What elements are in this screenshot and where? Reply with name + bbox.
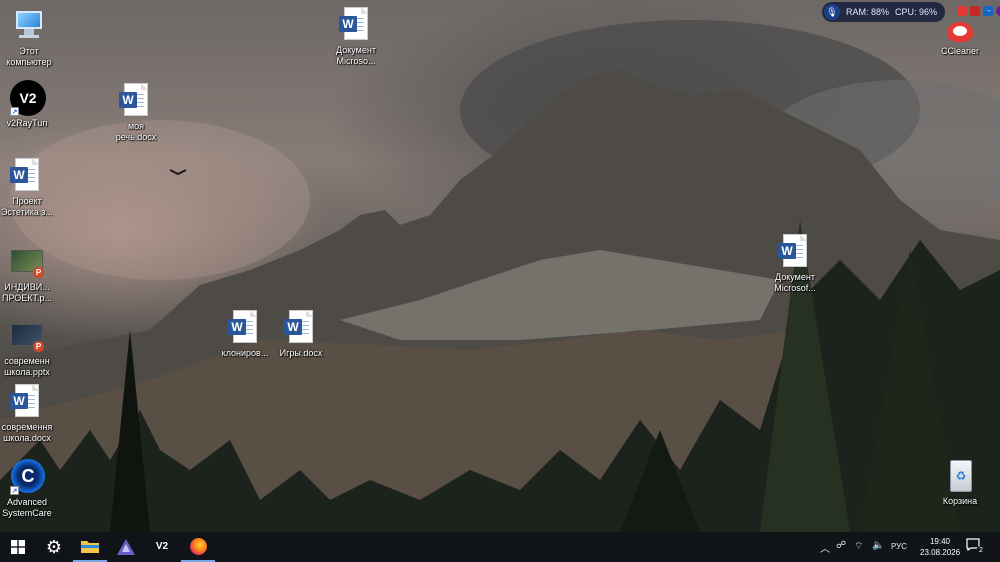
desktop-icon-ccleaner[interactable]: CCleaner (922, 18, 998, 57)
close-circle-icon (996, 6, 1000, 16)
cpu-usage: CPU: 96% (895, 7, 938, 17)
microphone-icon[interactable]: 🎙 (824, 4, 840, 20)
word-document-icon: W (10, 158, 44, 194)
firefox-icon (189, 537, 207, 555)
desktop-icon-recycle-bin[interactable]: ♻ Корзина (922, 458, 998, 507)
recycle-bin-icon: ♻ (943, 458, 977, 494)
volume-muted-icon[interactable]: 🔈 (872, 540, 884, 551)
desktop-icon-proekt-estetika[interactable]: W Проект Эстетика з... (0, 158, 65, 218)
network-icon (970, 6, 980, 16)
desktop: Этот компьютер V2 ↗ v2RayTun W Проект Эс… (0, 0, 1000, 532)
wallpaper-mountains (0, 20, 1000, 532)
advanced-systemcare-icon: C ↗ (10, 459, 45, 495)
windows-start-icon (11, 540, 25, 554)
desktop-icon-dokument-microsoft-top[interactable]: W Документ Microso... (318, 7, 394, 67)
taskbar-app[interactable] (109, 532, 143, 562)
taskbar-firefox[interactable] (181, 532, 215, 562)
word-document-icon: W (778, 234, 812, 270)
desktop-icon-dokument-microsoft-right[interactable]: W Документ Microsof... (757, 234, 833, 294)
icon-label: CCleaner (940, 46, 980, 56)
icon-label: Игры.docx (279, 348, 323, 358)
record-icon (957, 6, 967, 16)
start-button[interactable] (1, 532, 35, 562)
taskbar-file-explorer[interactable] (73, 532, 107, 562)
icon-label: v2RayTun (6, 118, 48, 128)
wifi-icon[interactable]: ⌔ (854, 540, 863, 553)
wifi-icon: ◠ (945, 7, 953, 14)
desktop-icon-v2raytun[interactable]: V2 ↗ v2RayTun (0, 80, 65, 129)
clock[interactable]: 19:40 23.08.2026 (920, 536, 960, 558)
system-monitor-widget[interactable]: 🎙 RAM: 88% CPU: 96% (822, 2, 946, 22)
desktop-icon-individ-proekt[interactable]: P ИНДИВИ... ПРОЕКТ.р... (0, 244, 65, 304)
show-hidden-icons-chevron-icon[interactable]: ︿ (820, 540, 830, 555)
icon-label: современня школа.docx (1, 422, 53, 443)
shortcut-arrow-icon: ↗ (10, 486, 19, 495)
icon-label: современн школа.pptx (4, 356, 50, 377)
v2raytun-icon: V2 (155, 541, 169, 552)
clock-date: 23.08.2026 (920, 548, 961, 557)
clock-time: 19:40 (929, 537, 951, 546)
computer-icon (12, 8, 46, 44)
file-explorer-icon (81, 541, 99, 553)
v2raytun-icon: V2 ↗ (10, 80, 46, 116)
taskbar-settings[interactable]: ⚙ (37, 532, 71, 562)
powerpoint-file-icon: P (10, 318, 44, 354)
network-icon[interactable]: ☍ (836, 540, 846, 551)
powerpoint-file-icon: P (10, 244, 44, 280)
desktop-icon-moya-rech[interactable]: W моя речь.docx (98, 83, 174, 143)
notification-center-button[interactable]: 2 (966, 538, 986, 556)
icon-label: Документ Microsof... (774, 272, 816, 293)
taskbar: ⚙ V2 ︿ ☍ ⌔ 🔈 РУС 19:40 23.08.2026 2 (0, 532, 1000, 562)
word-document-icon: W (228, 310, 262, 346)
shortcut-arrow-icon: ↗ (10, 107, 19, 116)
icon-label: Корзина (942, 496, 978, 506)
word-document-icon: W (339, 7, 373, 43)
word-document-icon: W (119, 83, 153, 119)
settings-gear-icon: ⚙ (45, 537, 63, 557)
icon-label: Advanced SystemCare (2, 497, 52, 518)
arrow-icon: → (983, 6, 993, 16)
desktop-icon-igry[interactable]: W Игры.docx (263, 310, 339, 359)
ccleaner-icon (943, 18, 977, 44)
icon-label: Проект Эстетика з... (0, 196, 54, 217)
icon-label: моя речь.docx (115, 121, 157, 142)
icon-label: Документ Microso... (336, 45, 376, 66)
icon-label: ИНДИВИ... ПРОЕКТ.р... (1, 282, 53, 303)
desktop-icon-advanced-systemcare[interactable]: C ↗ Advanced SystemCare (0, 459, 65, 519)
taskbar-v2raytun[interactable]: V2 (145, 532, 179, 562)
desktop-icon-this-pc[interactable]: Этот компьютер (0, 8, 67, 68)
notification-count-badge: 2 (976, 546, 986, 556)
word-document-icon: W (10, 384, 44, 420)
icon-label: Этот компьютер (6, 46, 52, 67)
desktop-icon-sovremennaya-shkola-pptx[interactable]: P современн школа.pptx (0, 318, 65, 378)
ram-usage: RAM: 88% (846, 7, 890, 17)
word-document-icon: W (284, 310, 318, 346)
app-icon (117, 539, 135, 555)
overlay-tray-icons: ◠ → (944, 6, 1000, 16)
language-indicator[interactable]: РУС (891, 542, 907, 551)
desktop-icon-sovremennaya-shkola-docx[interactable]: W современня школа.docx (0, 384, 65, 444)
